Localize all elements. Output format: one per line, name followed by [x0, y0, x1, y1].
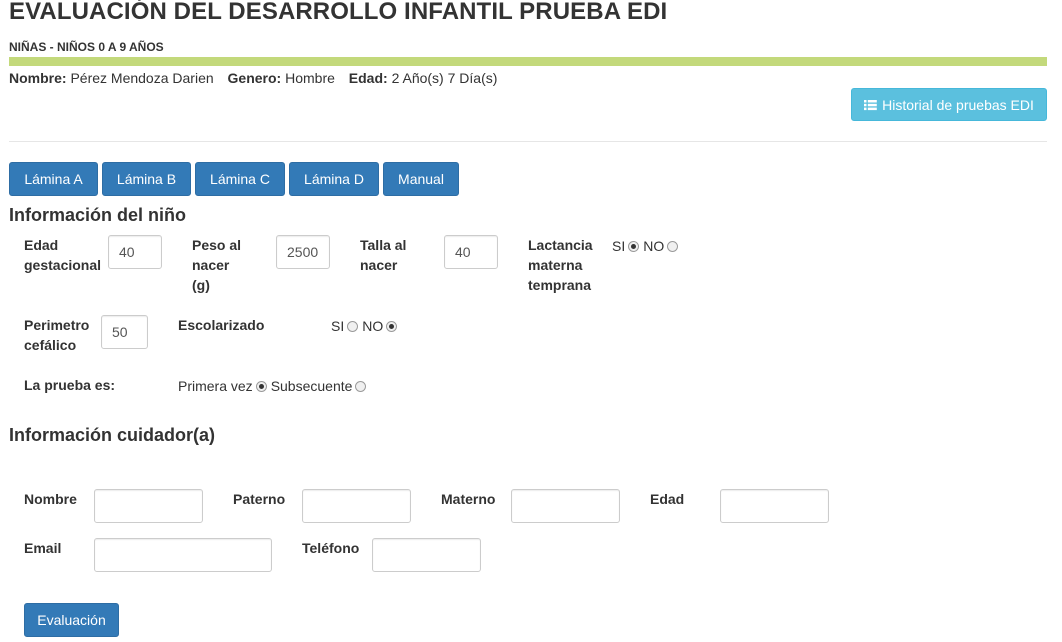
caregiver-name-label: Nombre — [24, 491, 77, 507]
schooled-radio-group: SI NO — [331, 318, 398, 334]
patient-gender: Hombre — [285, 70, 335, 86]
tab-lamina-d[interactable]: Lámina D — [289, 162, 379, 196]
test-type-label: La prueba es: — [24, 377, 116, 393]
test-type-radio-group: Primera vez Subsecuente — [178, 378, 367, 394]
birth-weight-label: Peso al nacer (g) — [192, 237, 242, 293]
schooled-no-label: NO — [362, 318, 384, 334]
evaluation-button[interactable]: Evaluación — [24, 603, 119, 637]
caregiver-maternal-input[interactable] — [511, 489, 620, 523]
schooled-label: Escolarizado — [178, 317, 265, 333]
test-first-radio[interactable] — [255, 380, 267, 392]
patient-info: Nombre: Pérez Mendoza Darien Genero: Hom… — [9, 70, 497, 86]
head-circumference-input[interactable]: 50 — [101, 315, 148, 349]
caregiver-email-label: Email — [24, 540, 62, 556]
breastfeeding-si-label: SI — [612, 238, 626, 254]
page-subtitle: NIÑAS - NIÑOS 0 A 9 AÑOS — [9, 40, 164, 54]
accent-bar — [9, 57, 1047, 66]
history-button-label: Historial de pruebas EDI — [882, 96, 1034, 113]
schooled-si-label: SI — [331, 318, 345, 334]
breastfeeding-radio-group: SI NO — [612, 238, 679, 254]
birth-length-input[interactable]: 40 — [444, 235, 498, 269]
caregiver-phone-label: Teléfono — [302, 540, 360, 556]
caregiver-heading: Información cuidador(a) — [9, 425, 216, 445]
list-icon — [864, 99, 877, 111]
gestational-age-input[interactable]: 40 — [108, 235, 162, 269]
caregiver-email-input[interactable] — [94, 538, 272, 572]
test-subsequent-radio[interactable] — [355, 380, 367, 392]
patient-age: 2 Año(s) 7 Día(s) — [391, 70, 498, 86]
test-subsequent-label: Subsecuente — [270, 378, 353, 394]
schooled-no-radio[interactable] — [386, 320, 398, 332]
breastfeeding-no-label: NO — [643, 238, 665, 254]
tab-lamina-c[interactable]: Lámina C — [195, 162, 285, 196]
patient-gender-label: Genero: — [227, 70, 282, 86]
breastfeeding-no-radio[interactable] — [667, 240, 679, 252]
tab-lamina-a[interactable]: Lámina A — [9, 162, 98, 196]
birth-weight-input[interactable]: 2500 — [276, 235, 330, 269]
caregiver-name-input[interactable] — [94, 489, 203, 523]
caregiver-maternal-label: Materno — [441, 491, 496, 507]
caregiver-paternal-label: Paterno — [233, 491, 286, 507]
patient-name-label: Nombre: — [9, 70, 67, 86]
gestational-age-label: Edad gestacional — [24, 237, 102, 273]
caregiver-phone-input[interactable] — [372, 538, 481, 572]
caregiver-age-label: Edad — [650, 491, 685, 507]
caregiver-paternal-input[interactable] — [302, 489, 411, 523]
child-info-heading: Información del niño — [9, 205, 187, 225]
patient-age-label: Edad: — [348, 70, 388, 86]
patient-name: Pérez Mendoza Darien — [70, 70, 214, 86]
head-circumference-label: Perimetro cefálico — [24, 317, 90, 353]
page-title: EVALUACIÓN DEL DESARROLLO INFANTIL PRUEB… — [9, 0, 668, 25]
history-button[interactable]: Historial de pruebas EDI — [851, 88, 1047, 121]
tab-manual[interactable]: Manual — [383, 162, 459, 196]
caregiver-age-input[interactable] — [720, 489, 829, 523]
schooled-si-radio[interactable] — [347, 320, 359, 332]
tab-lamina-b[interactable]: Lámina B — [102, 162, 191, 196]
test-first-label: Primera vez — [178, 378, 253, 394]
breastfeeding-si-radio[interactable] — [628, 240, 640, 252]
divider — [9, 141, 1047, 142]
birth-length-label: Talla al nacer — [360, 237, 407, 273]
breastfeeding-label: Lactancia materna temprana — [528, 237, 593, 293]
